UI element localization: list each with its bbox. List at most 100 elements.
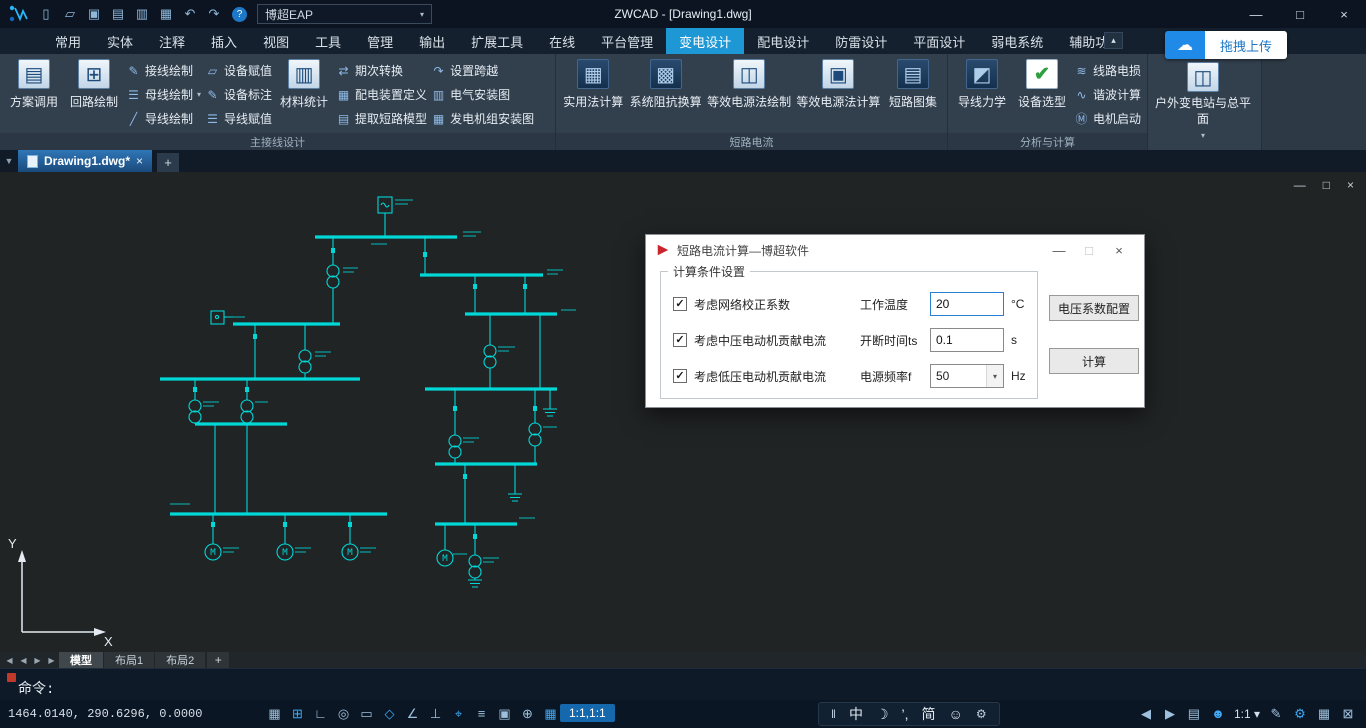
device-label-button[interactable]: ✎设备标注 <box>205 85 272 104</box>
dynamic-input-icon[interactable]: ▦ <box>539 703 562 724</box>
network-correction-checkbox[interactable] <box>673 297 687 311</box>
ime-emoji-button[interactable]: ☺ <box>949 706 963 722</box>
tab-view[interactable]: 视图 <box>250 28 302 54</box>
next-layout-icon[interactable]: ▶ <box>31 656 44 665</box>
tab-lightning-design[interactable]: 防雷设计 <box>822 28 900 54</box>
tab-online[interactable]: 在线 <box>536 28 588 54</box>
voltage-coefficient-config-button[interactable]: 电压系数配置 <box>1049 295 1139 321</box>
harmonic-calc-button[interactable]: ∿谐波计算 <box>1074 85 1141 104</box>
ortho-mode-icon[interactable]: ▭ <box>355 703 378 724</box>
power-frequency-select[interactable]: 50 ▾ <box>930 364 1004 388</box>
doc-tab-close-icon[interactable]: × <box>136 154 143 168</box>
annotate-icon[interactable]: ✎ <box>1264 703 1288 724</box>
ime-settings-icon[interactable]: ⚙ <box>976 707 987 721</box>
layout-tab-layout1[interactable]: 布局1 <box>104 652 154 668</box>
object-snap-icon[interactable]: ◇ <box>378 703 401 724</box>
drawing-canvas[interactable]: — □ × M M M M <box>0 172 1366 652</box>
object-snap-tracking-icon[interactable]: ⌖ <box>447 703 470 724</box>
add-layout-button[interactable]: + <box>207 652 229 668</box>
layout-tab-model[interactable]: 模型 <box>59 652 103 668</box>
perpendicular-snap-icon[interactable]: ⊥ <box>424 703 447 724</box>
transparency-icon[interactable]: ▣ <box>493 703 516 724</box>
first-layout-icon[interactable]: ◀ <box>3 656 16 665</box>
tab-insert[interactable]: 插入 <box>198 28 250 54</box>
busbar-draw-button[interactable]: ☰母线绘制▾ <box>126 85 201 104</box>
outdoor-substation-button[interactable]: ◫ 户外变电站与总平面 ▾ <box>1148 54 1258 148</box>
document-tab-drawing1[interactable]: Drawing1.dwg* × <box>18 150 152 172</box>
ime-handle[interactable]: ‖ <box>831 707 836 721</box>
polar-tracking-icon[interactable]: ◎ <box>332 703 355 724</box>
sheet-set-icon[interactable]: ▤ <box>1182 703 1206 724</box>
angle-override-icon[interactable]: ∠ <box>401 703 424 724</box>
tab-distribution-design[interactable]: 配电设计 <box>744 28 822 54</box>
publish-icon[interactable]: ▦ <box>154 3 178 25</box>
conductor-draw-button[interactable]: ╱导线绘制 <box>126 109 201 128</box>
print-icon[interactable]: ▥ <box>130 3 154 25</box>
dialog-close-icon[interactable]: × <box>1104 243 1134 258</box>
tab-platform[interactable]: 平台管理 <box>588 28 666 54</box>
equipment-selection-button[interactable]: ✔ 设备选型 <box>1014 57 1070 110</box>
mdi-restore-icon[interactable]: □ <box>1323 178 1330 192</box>
scheme-call-button[interactable]: ▤ 方案调用 <box>6 57 62 110</box>
doc-tab-list-icon[interactable]: ▼ <box>0 150 18 172</box>
loop-draw-button[interactable]: ⊞ 回路绘制 <box>66 57 122 110</box>
conductor-mechanics-button[interactable]: ◩ 导线力学 <box>954 57 1010 110</box>
next-tab-icon[interactable]: ▶ <box>1158 703 1182 724</box>
tab-output[interactable]: 输出 <box>406 28 458 54</box>
lv-motor-contribution-checkbox[interactable] <box>673 369 687 383</box>
system-impedance-convert-button[interactable]: ▩ 系统阻抗换算 <box>629 57 703 110</box>
motor-start-button[interactable]: Ⓜ电机启动 <box>1074 109 1141 128</box>
layout-tab-layout2[interactable]: 布局2 <box>155 652 205 668</box>
calculate-button[interactable]: 计算 <box>1049 348 1139 374</box>
plugin-dropdown[interactable]: 博超EAP ▾ <box>257 4 432 24</box>
command-line[interactable]: 命令: <box>0 668 1366 700</box>
work-temperature-input[interactable] <box>930 292 1004 316</box>
tab-tools[interactable]: 工具 <box>302 28 354 54</box>
conductor-assign-button[interactable]: ☰导线赋值 <box>205 109 272 128</box>
dynamic-ucs-icon[interactable]: ⊕ <box>516 703 539 724</box>
ime-simplified-toggle[interactable]: 简 <box>922 704 936 724</box>
redo-icon[interactable]: ↷ <box>202 3 226 25</box>
tab-weak-current[interactable]: 弱电系统 <box>978 28 1056 54</box>
workspace-settings-icon[interactable]: ⚙ <box>1288 703 1312 724</box>
lineweight-display-icon[interactable]: ≡ <box>470 703 493 724</box>
device-assign-button[interactable]: ▱设备赋值 <box>205 61 272 80</box>
extract-short-circuit-model-button[interactable]: ▤提取短路模型 <box>336 109 427 128</box>
snap-mode-icon[interactable]: ∟ <box>309 703 332 724</box>
save-as-icon[interactable]: ▤ <box>106 3 130 25</box>
generator-installation-button[interactable]: ▦发电机组安装图 <box>431 109 534 128</box>
line-loss-button[interactable]: ≋线路电损 <box>1074 61 1141 80</box>
close-button[interactable]: × <box>1322 1 1366 27</box>
open-folder-icon[interactable]: ▱ <box>58 3 82 25</box>
breaking-time-input[interactable] <box>930 328 1004 352</box>
crossing-setting-button[interactable]: ↷设置跨越 <box>431 61 534 80</box>
electrical-installation-button[interactable]: ▥电气安装图 <box>431 85 534 104</box>
prev-tab-icon[interactable]: ◀ <box>1134 703 1158 724</box>
equivalent-source-draw-button[interactable]: ◫ 等效电源法绘制 <box>707 57 792 110</box>
dialog-title-bar[interactable]: 短路电流计算—博超软件 — □ × <box>646 235 1144 265</box>
drag-upload-button[interactable]: ☁ 拖拽上传 <box>1165 31 1287 59</box>
wiring-draw-button[interactable]: ✎接线绘制 <box>126 61 201 80</box>
tab-plane-design[interactable]: 平面设计 <box>900 28 978 54</box>
tab-solid[interactable]: 实体 <box>94 28 146 54</box>
new-file-icon[interactable]: ▯ <box>34 3 58 25</box>
material-statistics-button[interactable]: ▥ 材料统计 <box>276 57 332 110</box>
ime-language-toggle[interactable]: 中 <box>849 704 863 724</box>
ribbon-collapse-icon[interactable]: ▴ <box>1104 32 1123 49</box>
tab-substation-design[interactable]: 变电设计 <box>666 28 744 54</box>
last-layout-icon[interactable]: ▶ <box>45 656 58 665</box>
tab-common[interactable]: 常用 <box>42 28 94 54</box>
maximize-button[interactable]: □ <box>1278 1 1322 27</box>
tab-annotate[interactable]: 注释 <box>146 28 198 54</box>
dialog-minimize-icon[interactable]: — <box>1044 243 1074 258</box>
ime-fullwidth-toggle[interactable]: ☽ <box>876 706 889 723</box>
help-icon[interactable]: ? <box>232 7 247 22</box>
tab-manage[interactable]: 管理 <box>354 28 406 54</box>
mdi-minimize-icon[interactable]: — <box>1294 178 1306 192</box>
dialog-maximize-icon[interactable]: □ <box>1074 243 1104 258</box>
isolate-objects-icon[interactable]: ▦ <box>1312 703 1336 724</box>
tab-express-tools[interactable]: 扩展工具 <box>458 28 536 54</box>
short-circuit-atlas-button[interactable]: ▤ 短路图集 <box>885 57 941 110</box>
equivalent-source-calc-button[interactable]: ▣ 等效电源法计算 <box>796 57 881 110</box>
minimize-button[interactable]: — <box>1234 1 1278 27</box>
